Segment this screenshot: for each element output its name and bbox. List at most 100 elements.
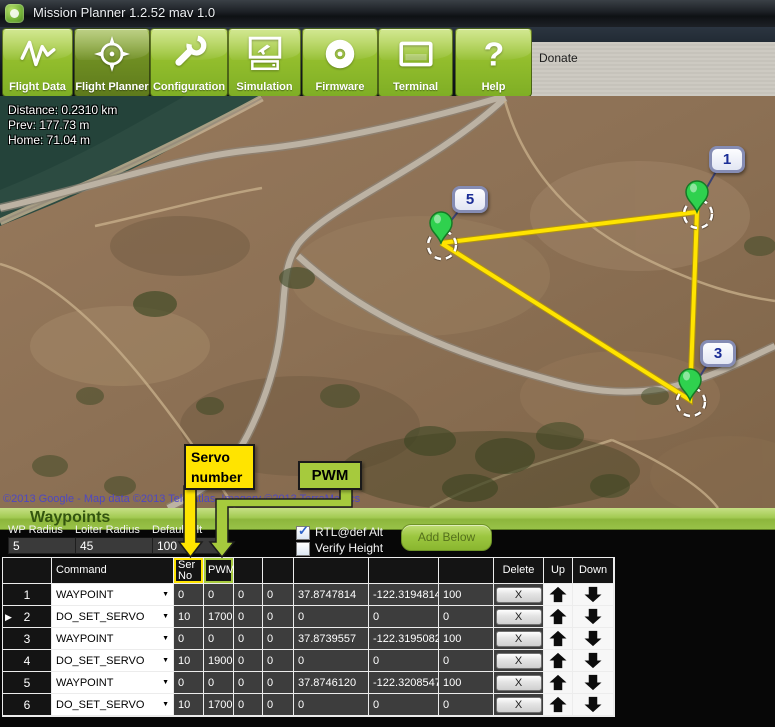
move-down-button[interactable]	[573, 650, 614, 672]
cell-alt[interactable]: 0	[439, 694, 494, 716]
row-header[interactable]: 6	[3, 694, 52, 716]
waypoint-badge-3[interactable]: 3	[700, 340, 736, 367]
cell-p1[interactable]: 0	[174, 672, 204, 694]
move-up-button[interactable]	[544, 650, 573, 672]
column-header-p3[interactable]	[234, 558, 263, 584]
move-up-button[interactable]	[544, 606, 573, 628]
loiter-radius-input[interactable]: 45	[75, 537, 153, 554]
cell-p3[interactable]: 0	[234, 650, 263, 672]
move-down-button[interactable]	[573, 584, 614, 606]
move-down-button[interactable]	[573, 694, 614, 716]
command-dropdown[interactable]: DO_SET_SERVO▼	[52, 606, 174, 628]
title-bar[interactable]: Mission Planner 1.2.52 mav 1.0	[0, 0, 775, 28]
cell-alt[interactable]: 100	[439, 628, 494, 650]
checkbox-box[interactable]: ✓	[296, 526, 310, 540]
delete-button[interactable]: X	[496, 697, 542, 713]
cell-lng[interactable]: -122.3195082	[369, 628, 439, 650]
delete-button[interactable]: X	[496, 653, 542, 669]
cell-p4[interactable]: 0	[263, 650, 294, 672]
command-dropdown[interactable]: WAYPOINT▼	[52, 584, 174, 606]
command-dropdown[interactable]: WAYPOINT▼	[52, 672, 174, 694]
move-up-button[interactable]	[544, 584, 573, 606]
column-header-up[interactable]: Up	[544, 558, 573, 584]
toolbar-button-help[interactable]: ?Help	[455, 28, 532, 97]
cell-p2[interactable]: 1900	[204, 650, 234, 672]
cell-lat[interactable]: 37.8746120	[294, 672, 369, 694]
add-below-button[interactable]: Add Below	[401, 524, 492, 551]
row-header[interactable]: 4	[3, 650, 52, 672]
column-header-command[interactable]: Command	[52, 558, 174, 584]
column-header-n[interactable]	[3, 558, 52, 584]
column-header-p4[interactable]	[263, 558, 294, 584]
column-header-delete[interactable]: Delete	[494, 558, 544, 584]
toolbar-button-flight-planner[interactable]: Flight Planner	[74, 28, 150, 97]
toolbar-button-flight-data[interactable]: Flight Data	[2, 28, 73, 97]
column-header-p2[interactable]: PWM	[204, 558, 234, 584]
cell-p2[interactable]: 0	[204, 584, 234, 606]
move-down-button[interactable]	[573, 606, 614, 628]
move-down-button[interactable]	[573, 672, 614, 694]
cell-alt[interactable]: 100	[439, 584, 494, 606]
cell-p4[interactable]: 0	[263, 628, 294, 650]
cell-p1[interactable]: 0	[174, 628, 204, 650]
cell-p1[interactable]: 10	[174, 650, 204, 672]
move-up-button[interactable]	[544, 672, 573, 694]
delete-button[interactable]: X	[496, 675, 542, 691]
cell-lng[interactable]: -122.3194814	[369, 584, 439, 606]
cell-alt[interactable]: 0	[439, 606, 494, 628]
cell-lng[interactable]: 0	[369, 650, 439, 672]
column-header-down[interactable]: Down	[573, 558, 614, 584]
row-header[interactable]: ▶2	[3, 606, 52, 628]
cell-p4[interactable]: 0	[263, 606, 294, 628]
toolbar-button-simulation[interactable]: Simulation	[228, 28, 301, 97]
cell-lat[interactable]: 0	[294, 694, 369, 716]
waypoint-badge-5[interactable]: 5	[452, 186, 488, 213]
row-header[interactable]: 1	[3, 584, 52, 606]
move-up-button[interactable]	[544, 628, 573, 650]
cell-lat[interactable]: 37.8747814	[294, 584, 369, 606]
cell-p4[interactable]: 0	[263, 694, 294, 716]
cell-p2[interactable]: 1700	[204, 606, 234, 628]
row-header[interactable]: 5	[3, 672, 52, 694]
cell-p3[interactable]: 0	[234, 584, 263, 606]
cell-p3[interactable]: 0	[234, 628, 263, 650]
cell-lng[interactable]: 0	[369, 694, 439, 716]
cell-p4[interactable]: 0	[263, 672, 294, 694]
toolbar-button-configuration[interactable]: Configuration	[150, 28, 228, 97]
checkbox-box[interactable]	[296, 542, 310, 556]
map-canvas[interactable]: Distance: 0.2310 km Prev: 177.73 m Home:…	[0, 96, 775, 508]
cell-alt[interactable]: 100	[439, 672, 494, 694]
cell-lng[interactable]: -122.3208547	[369, 672, 439, 694]
column-header-lat[interactable]	[294, 558, 369, 584]
command-dropdown[interactable]: WAYPOINT▼	[52, 628, 174, 650]
donate-menu-item[interactable]: Donate	[539, 51, 578, 65]
cell-p3[interactable]: 0	[234, 672, 263, 694]
toolbar-button-terminal[interactable]: Terminal	[378, 28, 453, 97]
default-alt-input[interactable]: 100	[152, 537, 222, 554]
cell-lat[interactable]: 37.8739557	[294, 628, 369, 650]
command-dropdown[interactable]: DO_SET_SERVO▼	[52, 650, 174, 672]
move-down-button[interactable]	[573, 628, 614, 650]
cell-lng[interactable]: 0	[369, 606, 439, 628]
delete-button[interactable]: X	[496, 587, 542, 603]
cell-p2[interactable]: 0	[204, 628, 234, 650]
cell-p1[interactable]: 10	[174, 694, 204, 716]
cell-lat[interactable]: 0	[294, 606, 369, 628]
cell-p2[interactable]: 0	[204, 672, 234, 694]
column-header-alt[interactable]	[439, 558, 494, 584]
toolbar-button-firmware[interactable]: Firmware	[302, 28, 378, 97]
cell-lat[interactable]: 0	[294, 650, 369, 672]
cell-alt[interactable]: 0	[439, 650, 494, 672]
move-up-button[interactable]	[544, 694, 573, 716]
cell-p1[interactable]: 0	[174, 584, 204, 606]
column-header-lng[interactable]	[369, 558, 439, 584]
cell-p1[interactable]: 10	[174, 606, 204, 628]
waypoint-badge-1[interactable]: 1	[709, 146, 745, 173]
row-header[interactable]: 3	[3, 628, 52, 650]
cell-p2[interactable]: 1700	[204, 694, 234, 716]
cell-p3[interactable]: 0	[234, 606, 263, 628]
delete-button[interactable]: X	[496, 609, 542, 625]
cell-p3[interactable]: 0	[234, 694, 263, 716]
column-header-p1[interactable]: Ser No	[174, 558, 204, 584]
command-dropdown[interactable]: DO_SET_SERVO▼	[52, 694, 174, 716]
